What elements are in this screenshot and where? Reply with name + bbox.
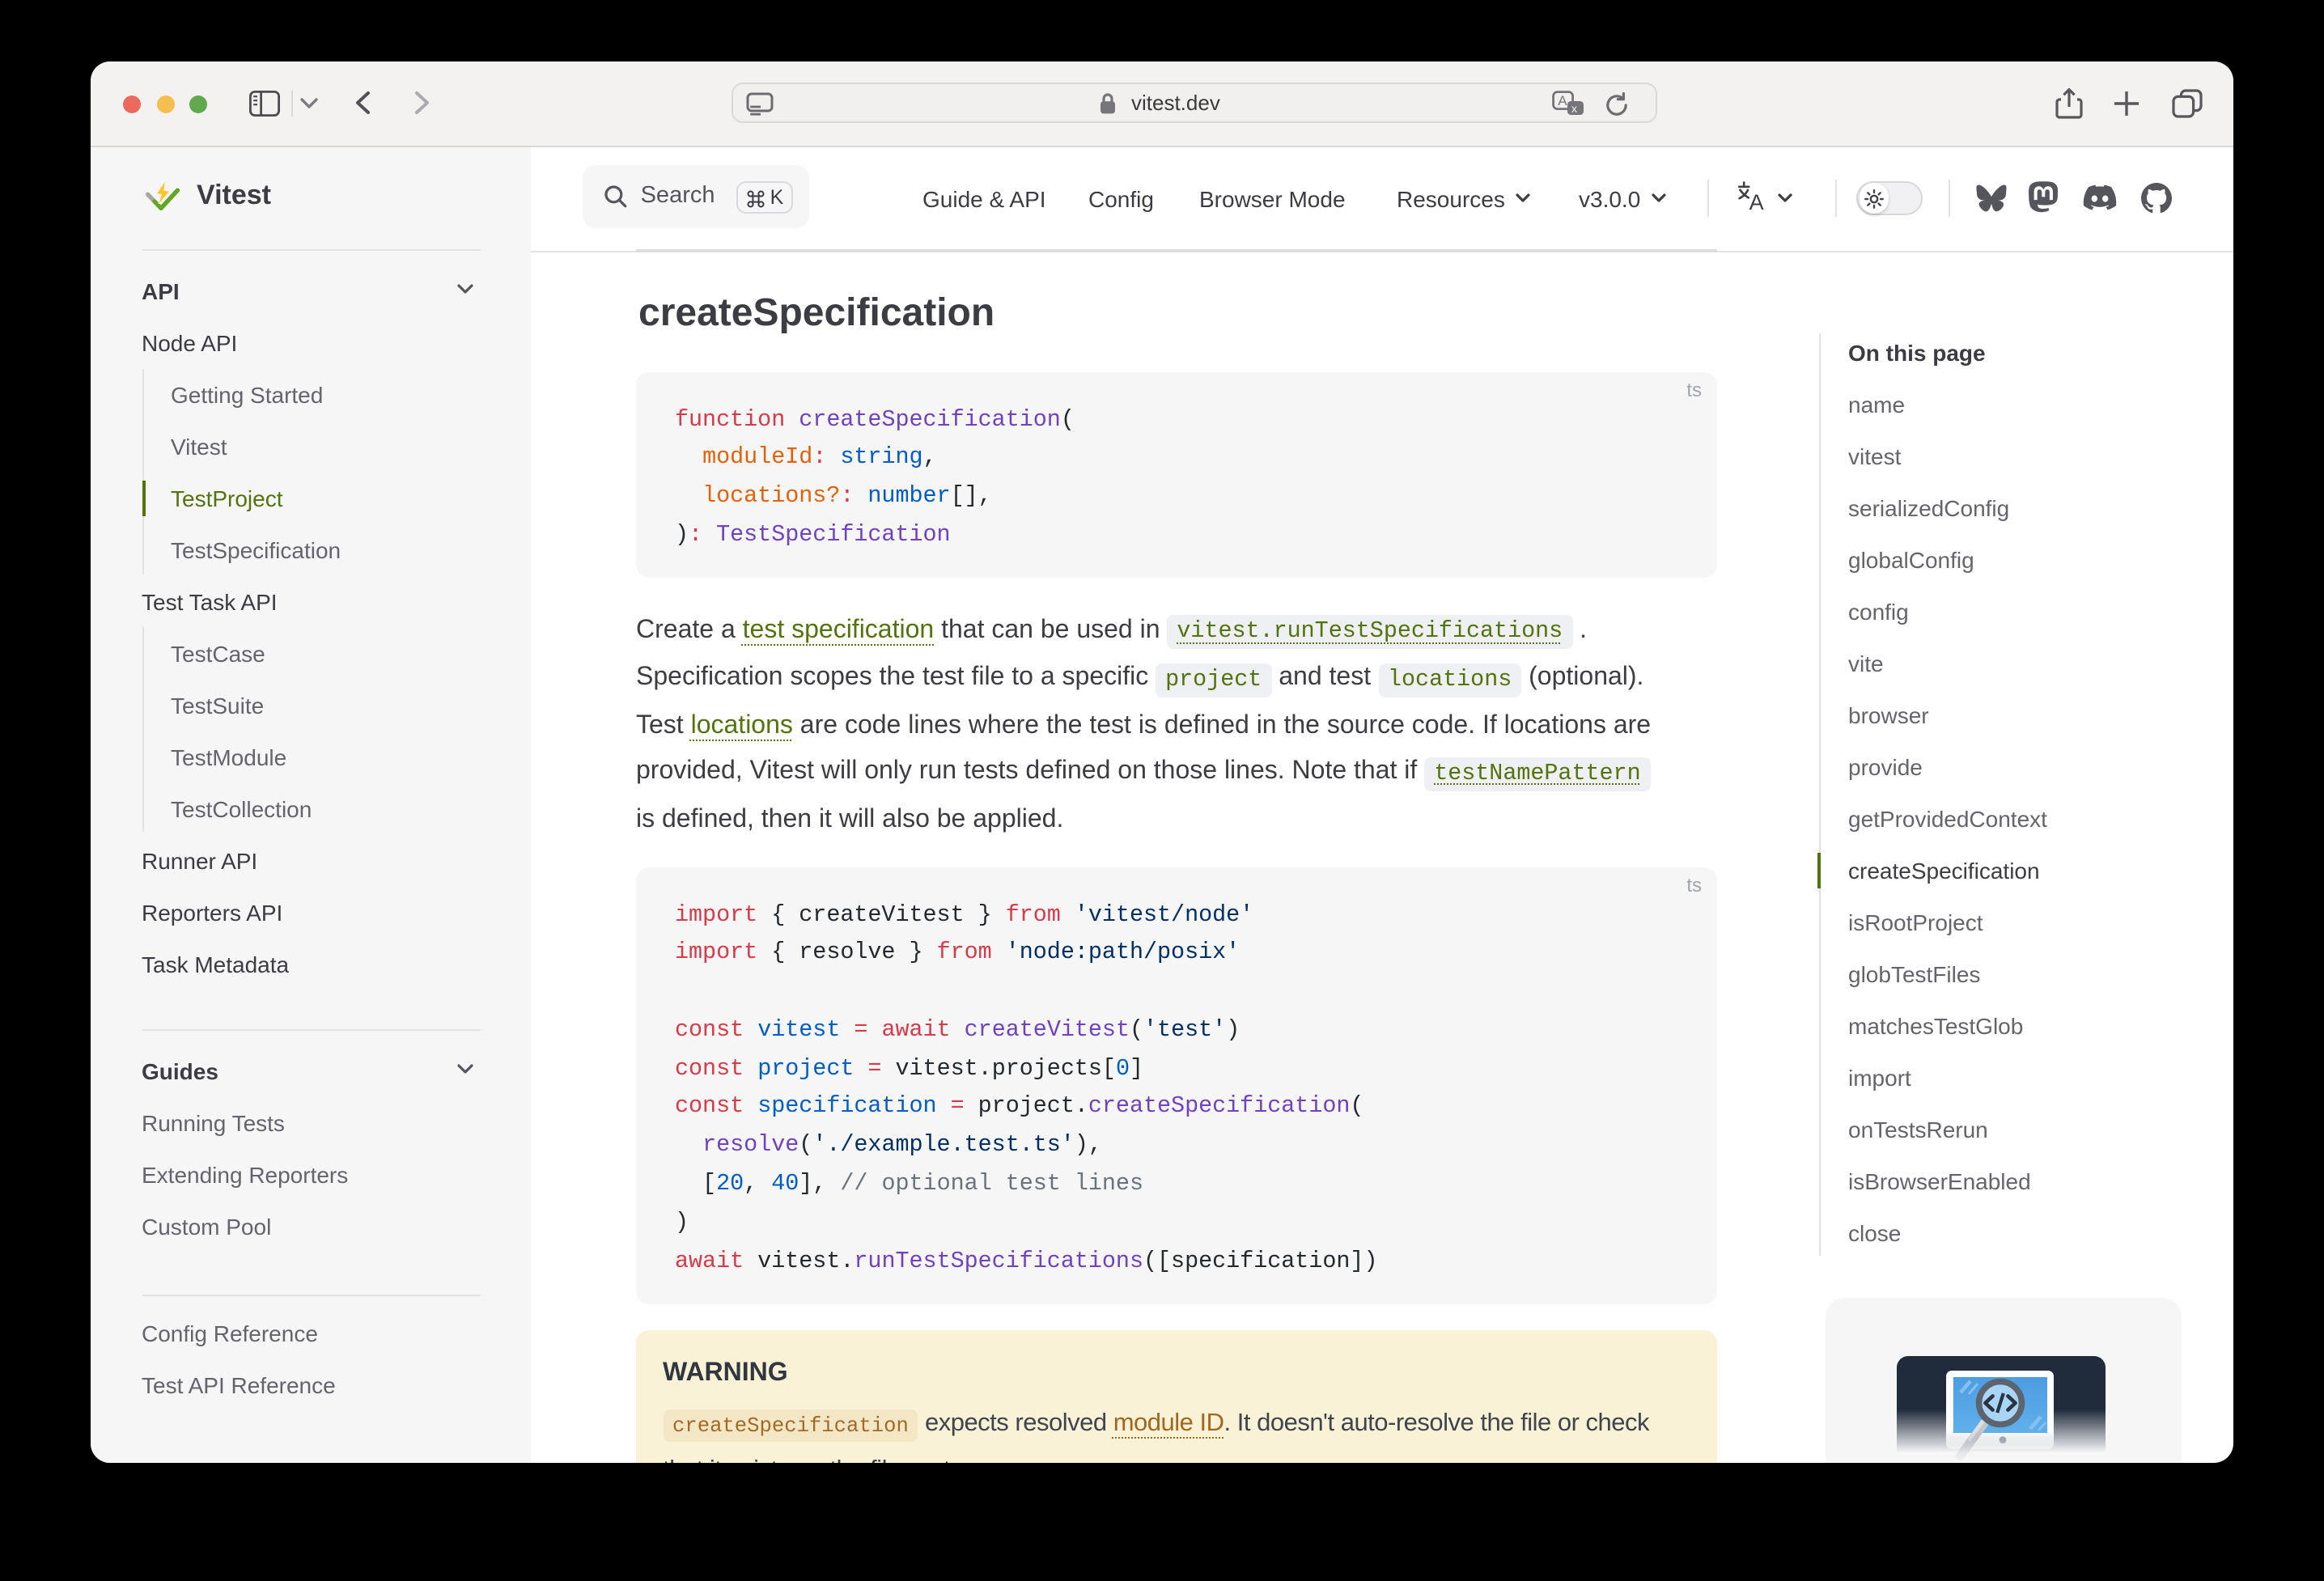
svg-text:A: A bbox=[1557, 93, 1567, 108]
svg-text:A: A bbox=[1749, 190, 1763, 214]
svg-text:x: x bbox=[1571, 102, 1576, 115]
